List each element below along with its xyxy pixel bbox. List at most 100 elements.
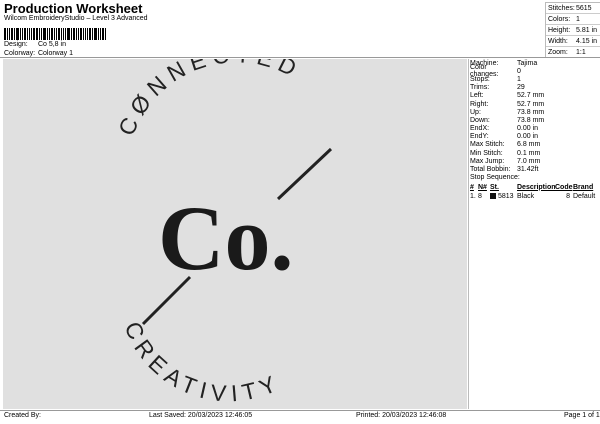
summary-row: Height: 5.81 in [546,25,600,36]
stop-sequence-column-header: Code [555,183,573,191]
summary-row: Zoom: 1:1 [548,48,586,56]
stat-row: Right: 52.7 mm [470,100,598,108]
stat-row: Stops: 1 [470,75,598,83]
barcode-bar [4,28,6,40]
barcode-bar [27,28,28,40]
colorway-label: Colorway: [4,50,36,57]
bottom-arc-text: CREATIVITY [119,318,285,407]
barcode-bar [49,28,50,40]
top-arc-text: CØNNECTED [113,59,306,139]
center-logo-text: Co. [158,187,293,289]
header-divider [0,57,600,58]
summary-row: Stitches: 5615 [546,3,600,14]
barcode-bar [16,28,19,40]
footer-divider [0,410,600,411]
stat-value: 7.0 mm [517,157,541,165]
barcode-bar [36,28,38,40]
barcode-bar [47,28,48,40]
last-saved: Last Saved: 20/03/2023 12:46:05 [149,412,253,419]
barcode-bar [24,28,26,40]
stat-row: Max Stitch: 6.8 mm [470,141,598,149]
stats-panel: Machine: Tajima Color changes: 0 Stops: 1 Trim… [470,59,598,201]
stat-row: Min Stitch: 0.1 mm [470,149,598,157]
stat-value: 0 [517,67,521,75]
printed: Printed: 20/03/2023 12:46:08 [356,412,447,419]
stat-value: 0.00 in [517,133,539,141]
barcode-bar [78,28,79,40]
barcode-bar [85,28,86,40]
stat-value: 6.8 mm [517,141,541,149]
stat-value: 0.1 mm [517,149,541,157]
barcode-bar [11,28,13,40]
stat-row: Color changes: 0 [470,64,598,78]
barcode-bar [56,28,57,40]
design-preview: CØNNECTED CREATIVITY Co. [3,41,467,409]
thread-code: 8 [566,192,570,200]
barcode-bar [54,28,55,40]
barcode-bar [73,28,75,40]
barcode-bar [51,28,53,40]
barcode-bar [20,28,21,40]
color-swatch [490,192,496,199]
stat-label: EndX: [470,125,490,133]
barcode-bar [65,28,66,40]
stop-sequence-header: # N# St. Description Code Brand [470,183,598,192]
stat-row: EndX: 0.00 in [470,125,598,133]
footer: Created By: Last Saved: 20/03/2023 12:46… [0,412,600,422]
stat-label: Trims: [470,84,490,92]
barcode-bar [92,28,93,40]
barcode-bar [63,28,64,40]
barcode-bar [94,28,97,40]
stop-sequence-column-header: # [470,183,474,191]
barcode-bar [61,28,62,40]
stat-value: 29 [517,84,525,92]
thread-description: Black [517,192,535,200]
barcode-bar [100,28,101,40]
stop-sequence-column-header: Description [517,183,556,191]
barcode-bar [76,28,77,40]
needle-number: 8 [478,192,482,200]
barcode-bar [39,28,40,40]
software-subtitle: Wilcom EmbroideryStudio – Level 3 Advanc… [4,15,148,22]
stat-row: Left: 52.7 mm [470,92,598,100]
barcode-bar [33,28,35,40]
stop-sequence-column-header: Brand [573,183,594,191]
stat-label: Down: [470,116,490,124]
barcode-bar [29,28,30,40]
barcode [4,24,114,40]
stat-value: 73.8 mm [517,116,545,124]
design-row: Design: Co 5,8 in [4,41,66,48]
stat-row: EndY: 0.00 in [470,133,598,141]
barcode-bar [58,28,60,40]
barcode-bar [41,28,42,40]
thread-brand: Default [573,192,596,200]
barcode-bar [87,28,88,40]
stat-label: EndY: [470,133,489,141]
barcode-bar [7,28,8,40]
design-label: Design: [4,41,28,48]
stop-sequence-column-header: N# [478,183,487,191]
worksheet-title: Production Worksheet [4,1,143,16]
stat-row: Max Jump: 7.0 mm [470,157,598,165]
stat-label: Stops: [470,75,490,83]
embroidery-design: CØNNECTED CREATIVITY Co. [113,41,333,407]
stat-value: 52.7 mm [517,92,545,100]
barcode-bar [98,28,99,40]
summary-row: Width: 4.15 in [546,36,600,47]
stat-label: Right: [470,100,489,108]
barcode-bar [105,28,106,40]
stat-value: Tajima [517,59,538,67]
stitch-count-cell: 5813 [490,193,517,200]
stop-number: 1. [470,192,476,200]
stat-value: 52.7 mm [517,100,545,108]
stat-label: Total Bobbin: [470,166,511,174]
stat-row: Total Bobbin: 31.42ft [470,165,598,173]
stat-value: 1 [517,75,521,83]
barcode-bar [14,28,15,40]
stop-sequence-row: 1. 8 5813 Black 8 Default [470,192,598,201]
page-number: Page 1 of 1 [564,412,600,419]
barcode-bar [22,28,23,40]
stat-label: Min Stitch: [470,149,503,157]
barcode-bar [102,28,104,40]
barcode-bar [9,28,10,40]
